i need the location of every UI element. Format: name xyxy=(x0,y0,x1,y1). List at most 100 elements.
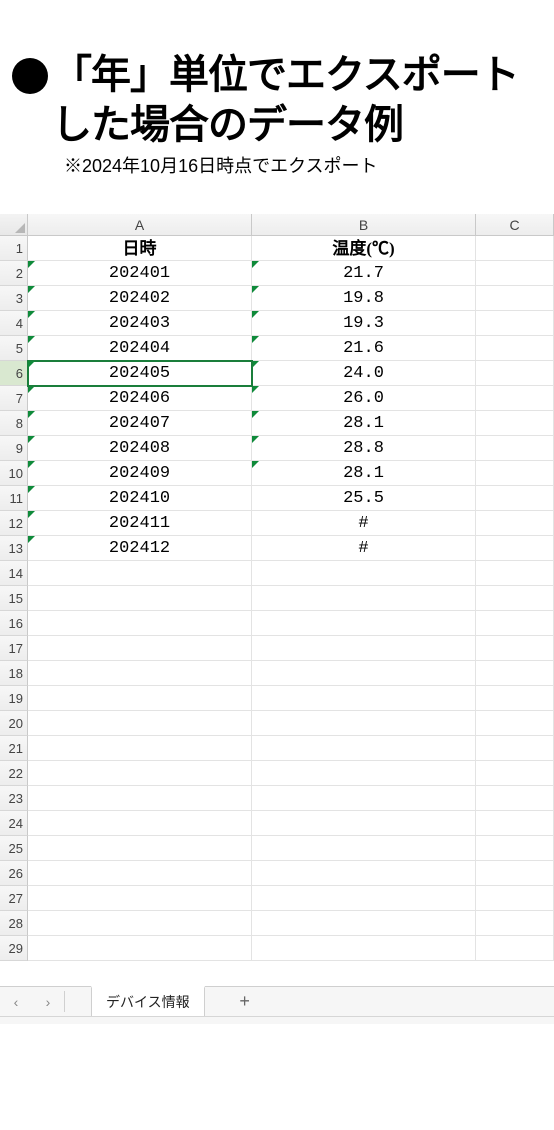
row-header[interactable]: 19 xyxy=(0,686,28,711)
row-header[interactable]: 3 xyxy=(0,286,28,311)
cell-A[interactable]: 202410 xyxy=(28,486,252,511)
cell-A[interactable]: 202401 xyxy=(28,261,252,286)
cell-A[interactable] xyxy=(28,686,252,711)
row-header[interactable]: 5 xyxy=(0,336,28,361)
cell-A[interactable]: 202406 xyxy=(28,386,252,411)
cell-B[interactable] xyxy=(252,661,476,686)
cell-C[interactable] xyxy=(476,836,554,861)
cell-C[interactable] xyxy=(476,361,554,386)
cell-C[interactable] xyxy=(476,911,554,936)
cell-B[interactable]: 28.8 xyxy=(252,436,476,461)
row-header[interactable]: 18 xyxy=(0,661,28,686)
cell-A[interactable]: 202411 xyxy=(28,511,252,536)
cell-A[interactable] xyxy=(28,836,252,861)
cell-B[interactable]: 19.3 xyxy=(252,311,476,336)
cell-A[interactable] xyxy=(28,786,252,811)
cell-B[interactable]: 28.1 xyxy=(252,411,476,436)
cell-B[interactable] xyxy=(252,611,476,636)
row-header[interactable]: 22 xyxy=(0,761,28,786)
cell-A[interactable] xyxy=(28,611,252,636)
cell-C[interactable] xyxy=(476,561,554,586)
row-header[interactable]: 8 xyxy=(0,411,28,436)
cell-C[interactable] xyxy=(476,936,554,961)
row-header[interactable]: 17 xyxy=(0,636,28,661)
cell-B[interactable]: # xyxy=(252,536,476,561)
row-header[interactable]: 10 xyxy=(0,461,28,486)
cell-B[interactable] xyxy=(252,586,476,611)
cell-A[interactable] xyxy=(28,661,252,686)
cell-A[interactable] xyxy=(28,761,252,786)
cell-C[interactable] xyxy=(476,586,554,611)
column-header-C[interactable]: C xyxy=(476,214,554,236)
cell-A[interactable]: 202408 xyxy=(28,436,252,461)
cell-B[interactable] xyxy=(252,786,476,811)
cell-A[interactable]: 202409 xyxy=(28,461,252,486)
cell-A[interactable]: 202404 xyxy=(28,336,252,361)
cell-C[interactable] xyxy=(476,286,554,311)
cell-B[interactable]: 温度(℃) xyxy=(252,236,476,261)
cell-B[interactable] xyxy=(252,686,476,711)
row-header[interactable]: 2 xyxy=(0,261,28,286)
cell-B[interactable]: 21.7 xyxy=(252,261,476,286)
row-header[interactable]: 26 xyxy=(0,861,28,886)
cell-B[interactable]: 26.0 xyxy=(252,386,476,411)
cell-B[interactable] xyxy=(252,561,476,586)
cell-B[interactable] xyxy=(252,886,476,911)
cell-B[interactable] xyxy=(252,911,476,936)
cell-A[interactable] xyxy=(28,861,252,886)
cell-C[interactable] xyxy=(476,686,554,711)
cell-B[interactable] xyxy=(252,711,476,736)
cell-B[interactable] xyxy=(252,936,476,961)
cell-C[interactable] xyxy=(476,886,554,911)
select-all-corner[interactable] xyxy=(0,214,28,236)
row-header[interactable]: 4 xyxy=(0,311,28,336)
row-header[interactable]: 20 xyxy=(0,711,28,736)
tab-nav-prev[interactable]: ‹ xyxy=(0,987,32,1016)
row-header[interactable]: 28 xyxy=(0,911,28,936)
cell-C[interactable] xyxy=(476,511,554,536)
row-header[interactable]: 25 xyxy=(0,836,28,861)
cell-A[interactable] xyxy=(28,561,252,586)
cell-A[interactable]: 202405 xyxy=(28,361,252,386)
cell-B[interactable] xyxy=(252,811,476,836)
cell-B[interactable]: 25.5 xyxy=(252,486,476,511)
row-header[interactable]: 13 xyxy=(0,536,28,561)
cell-A[interactable]: 202402 xyxy=(28,286,252,311)
cell-A[interactable]: 日時 xyxy=(28,236,252,261)
cell-C[interactable] xyxy=(476,636,554,661)
row-header[interactable]: 21 xyxy=(0,736,28,761)
cell-C[interactable] xyxy=(476,461,554,486)
cell-A[interactable]: 202407 xyxy=(28,411,252,436)
cell-B[interactable]: 21.6 xyxy=(252,336,476,361)
cell-C[interactable] xyxy=(476,611,554,636)
row-header[interactable]: 9 xyxy=(0,436,28,461)
row-header[interactable]: 7 xyxy=(0,386,28,411)
cell-B[interactable] xyxy=(252,861,476,886)
column-header-A[interactable]: A xyxy=(28,214,252,236)
cell-B[interactable] xyxy=(252,836,476,861)
row-header[interactable]: 24 xyxy=(0,811,28,836)
cell-B[interactable]: 28.1 xyxy=(252,461,476,486)
cell-C[interactable] xyxy=(476,236,554,261)
cell-A[interactable] xyxy=(28,886,252,911)
cell-B[interactable]: 24.0 xyxy=(252,361,476,386)
cell-C[interactable] xyxy=(476,761,554,786)
cell-C[interactable] xyxy=(476,386,554,411)
cell-B[interactable] xyxy=(252,736,476,761)
cell-A[interactable] xyxy=(28,711,252,736)
row-header[interactable]: 12 xyxy=(0,511,28,536)
cell-A[interactable]: 202412 xyxy=(28,536,252,561)
row-header[interactable]: 16 xyxy=(0,611,28,636)
cell-B[interactable]: 19.8 xyxy=(252,286,476,311)
cell-C[interactable] xyxy=(476,736,554,761)
cell-A[interactable] xyxy=(28,936,252,961)
cell-B[interactable] xyxy=(252,761,476,786)
cell-C[interactable] xyxy=(476,861,554,886)
cell-C[interactable] xyxy=(476,811,554,836)
cell-C[interactable] xyxy=(476,486,554,511)
row-header[interactable]: 1 xyxy=(0,236,28,261)
cell-C[interactable] xyxy=(476,661,554,686)
cell-A[interactable] xyxy=(28,636,252,661)
cell-B[interactable] xyxy=(252,636,476,661)
cell-C[interactable] xyxy=(476,436,554,461)
